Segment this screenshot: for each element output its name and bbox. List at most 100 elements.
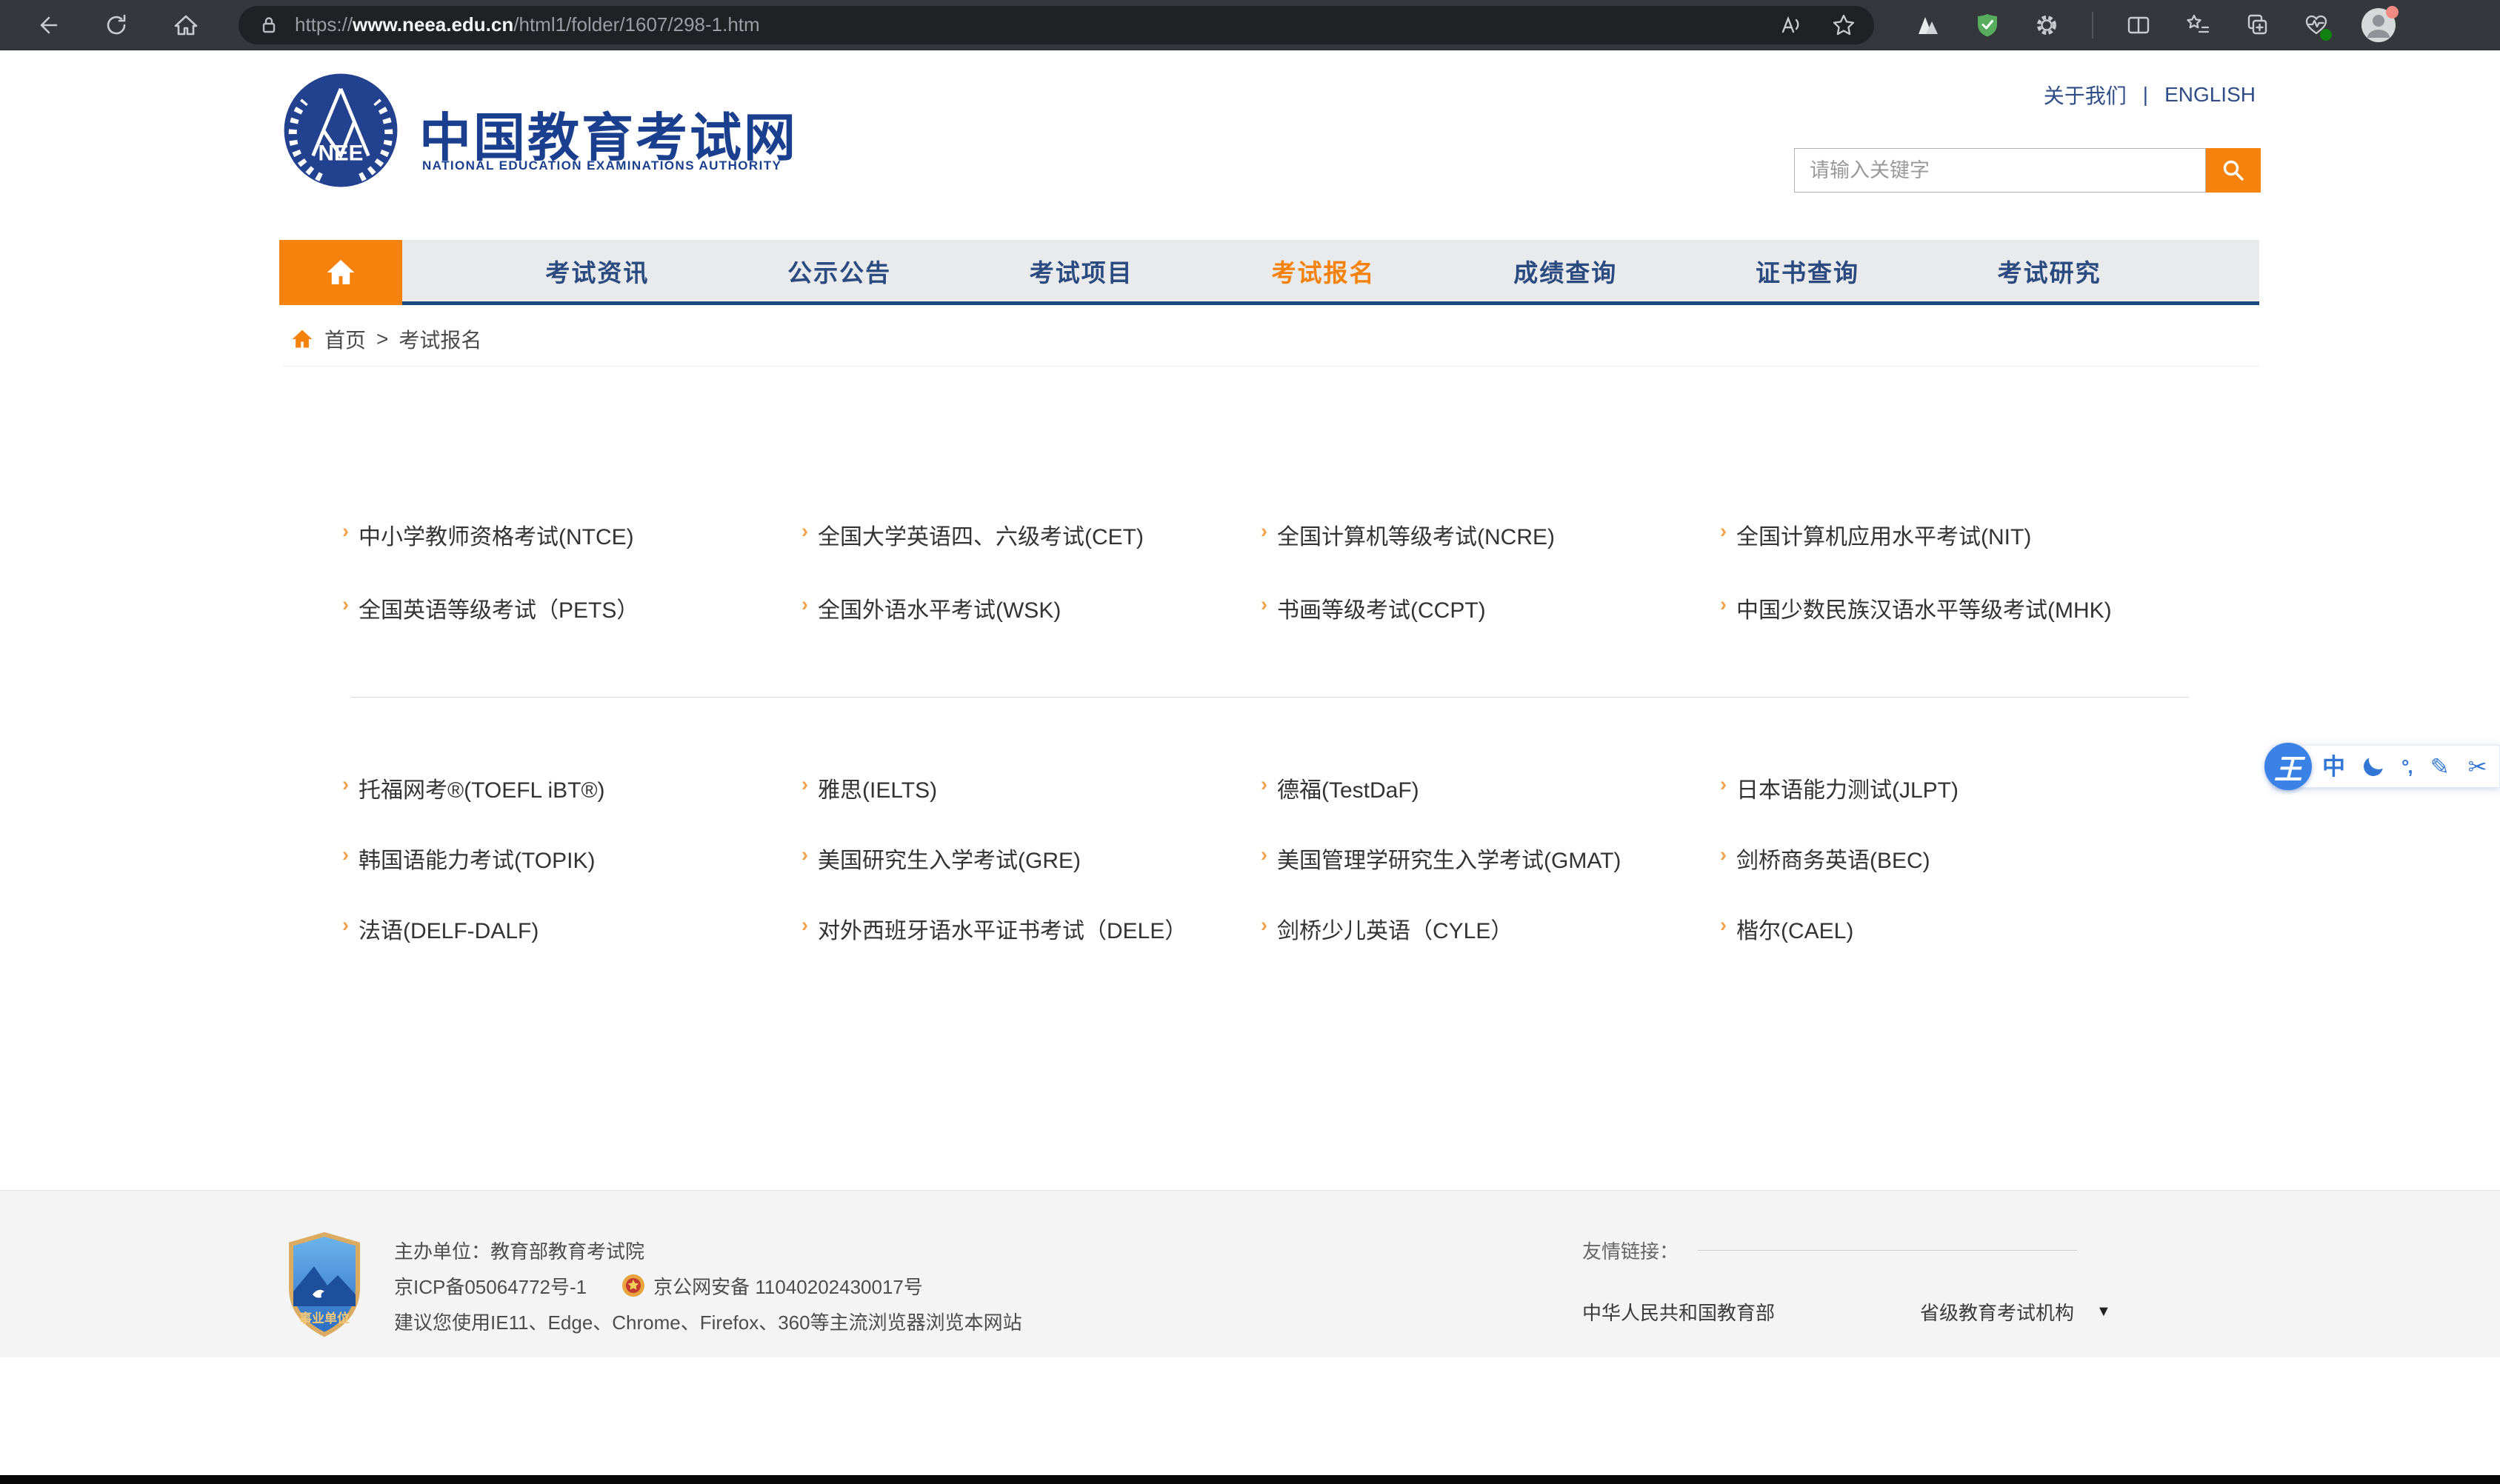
link-arrow-icon: › (1261, 914, 1267, 937)
address-bar[interactable]: https://www.neea.edu.cn/html1/folder/160… (239, 6, 1874, 44)
link-arrow-icon: › (1261, 773, 1267, 796)
nav-item-exam-registration[interactable]: 考试报名 (1202, 240, 1444, 301)
exam-link-testdaf[interactable]: ›德福(TestDaF) (1261, 772, 1720, 842)
site-search (1794, 148, 2261, 193)
nav-item-exam-programs[interactable]: 考试项目 (960, 240, 1202, 301)
exam-link-delf-dalf[interactable]: ›法语(DELF-DALF) (342, 912, 801, 983)
link-provincial-agencies[interactable]: 省级教育考试机构 (1920, 1298, 2074, 1326)
footer-info: 主办单位：教育部教育考试院 京ICP备05064772号-1 京公网安备 110… (394, 1232, 1022, 1339)
exam-link-jlpt[interactable]: ›日本语能力测试(JLPT) (1720, 772, 2179, 842)
tab-copy-icon[interactable] (2243, 11, 2271, 39)
link-arrow-icon: › (342, 843, 349, 866)
search-button[interactable] (2206, 148, 2261, 193)
link-moe[interactable]: 中华人民共和国教育部 (1582, 1298, 1775, 1326)
exam-link-gmat[interactable]: ›美国管理学研究生入学考试(GMAT) (1261, 842, 1720, 912)
breadcrumb-divider (283, 366, 2259, 367)
exam-link-bec[interactable]: ›剑桥商务英语(BEC) (1720, 842, 2179, 912)
home-icon (324, 256, 357, 289)
breadcrumb-home-icon (290, 327, 314, 351)
screenshot-scissors-icon[interactable]: ✂ (2468, 755, 2487, 778)
refresh-icon[interactable] (102, 11, 130, 39)
favorite-star-icon[interactable] (1830, 11, 1858, 39)
taskbar-strip (0, 1475, 2500, 1484)
site-subtitle: NATIONAL EDUCATION EXAMINATIONS AUTHORIT… (422, 158, 781, 173)
exam-link-cyle[interactable]: ›剑桥少儿英语（CYLE） (1261, 912, 1720, 983)
link-arrow-icon: › (801, 843, 808, 866)
exam-link-dele[interactable]: ›对外西班牙语水平证书考试（DELE） (801, 912, 1261, 983)
footer: 事业单位 主办单位：教育部教育考试院 京ICP备05064772号-1 京公网安… (0, 1190, 2500, 1357)
half-full-moon-icon[interactable] (2364, 757, 2383, 776)
read-aloud-icon[interactable] (1776, 11, 1804, 39)
ime-logo[interactable]: 王 (2264, 743, 2312, 790)
exam-link-pets[interactable]: ›全国英语等级考试（PETS） (342, 592, 801, 665)
friend-links-rule (1698, 1250, 2077, 1251)
exam-link-nit[interactable]: ›全国计算机应用水平考试(NIT) (1720, 518, 2179, 592)
nav-items: 考试资讯 公示公告 考试项目 考试报名 成绩查询 证书查询 考试研究 (476, 240, 2170, 301)
footer-friend-links: 友情链接： 中华人民共和国教育部 省级教育考试机构 ▼ (1582, 1237, 2111, 1326)
url-text[interactable]: https://www.neea.edu.cn/html1/folder/160… (295, 13, 760, 36)
provincial-dropdown-caret[interactable]: ▼ (2096, 1303, 2111, 1320)
nav-item-score-query[interactable]: 成绩查询 (1444, 240, 1687, 301)
exam-group-international: ›托福网考®(TOEFL iBT®) ›雅思(IELTS) ›德福(TestDa… (342, 772, 2179, 983)
link-arrow-icon: › (1261, 843, 1267, 866)
browser-essentials-icon[interactable] (2302, 11, 2330, 39)
nav-home-button[interactable] (279, 240, 402, 305)
link-arrow-icon: › (801, 773, 808, 796)
breadcrumb: 首页 > 考试报名 (290, 324, 481, 354)
extension-mountains-icon[interactable] (1914, 11, 1942, 39)
link-arrow-icon: › (1720, 520, 1727, 543)
nav-item-exam-research[interactable]: 考试研究 (1928, 240, 2170, 301)
exam-link-topik[interactable]: ›韩国语能力考试(TOPIK) (342, 842, 801, 912)
exam-link-cet[interactable]: ›全国大学英语四、六级考试(CET) (801, 518, 1261, 592)
footer-browser-advice: 建议您使用IE11、Edge、Chrome、Firefox、360等主流浏览器浏… (394, 1303, 1022, 1339)
footer-icp[interactable]: 京ICP备05064772号-1 (394, 1272, 587, 1300)
footer-police[interactable]: 京公网安备 11040202430017号 (653, 1272, 923, 1300)
back-icon[interactable] (33, 11, 61, 39)
header-links: 关于我们 | ENGLISH (2044, 80, 2256, 110)
adguard-shield-icon[interactable] (1973, 11, 2001, 39)
nav-item-certificate-query[interactable]: 证书查询 (1687, 240, 1929, 301)
home-icon[interactable] (172, 11, 200, 39)
nav-item-announcements[interactable]: 公示公告 (719, 240, 961, 301)
link-arrow-icon: › (342, 914, 349, 937)
main-nav: 考试资讯 公示公告 考试项目 考试报名 成绩查询 证书查询 考试研究 (279, 240, 2259, 305)
collections-icon[interactable] (2184, 11, 2212, 39)
exam-link-ccpt[interactable]: ›书画等级考试(CCPT) (1261, 592, 1720, 665)
exam-link-gre[interactable]: ›美国研究生入学考试(GRE) (801, 842, 1261, 912)
english-link[interactable]: ENGLISH (2164, 83, 2256, 107)
chinese-mode-icon[interactable]: 中 (2322, 755, 2345, 778)
nav-item-exam-news[interactable]: 考试资讯 (476, 240, 719, 301)
search-input[interactable] (1794, 148, 2206, 193)
exam-link-cael[interactable]: ›楷尔(CAEL) (1720, 912, 2179, 983)
exam-link-toefl[interactable]: ›托福网考®(TOEFL iBT®) (342, 772, 801, 842)
punctuation-icon[interactable]: °, (2401, 757, 2412, 776)
link-arrow-icon: › (1720, 914, 1727, 937)
profile-avatar[interactable] (2361, 8, 2396, 42)
exam-link-ncre[interactable]: ›全国计算机等级考试(NCRE) (1261, 518, 1720, 592)
exam-link-ntce[interactable]: ›中小学教师资格考试(NTCE) (342, 518, 801, 592)
exam-link-mhk[interactable]: ›中国少数民族汉语水平等级考试(MHK) (1720, 592, 2179, 665)
gear-extension-icon[interactable] (2033, 11, 2061, 39)
exam-link-wsk[interactable]: ›全国外语水平考试(WSK) (801, 592, 1261, 665)
public-institution-badge[interactable]: 事业单位 (286, 1232, 363, 1337)
breadcrumb-home[interactable]: 首页 (324, 324, 366, 354)
split-screen-icon[interactable] (2124, 11, 2153, 39)
police-badge-icon (621, 1273, 646, 1298)
link-arrow-icon: › (801, 914, 808, 937)
neea-logo[interactable]: NEE (283, 73, 399, 188)
url-scheme: https:// (295, 13, 353, 36)
lock-icon[interactable] (255, 11, 283, 39)
ime-toolbar[interactable]: 王 中 °, ✎ ✂ (2273, 745, 2500, 788)
profile-notification-dot (2386, 6, 2399, 19)
about-us-link[interactable]: 关于我们 (2044, 80, 2127, 110)
browser-toolbar: https://www.neea.edu.cn/html1/folder/160… (0, 0, 2500, 50)
page: https://www.neea.edu.cn/html1/folder/160… (0, 0, 2500, 1484)
essentials-status-dot (2320, 29, 2332, 41)
toolbar-divider (2092, 12, 2093, 39)
handwriting-pencil-icon[interactable]: ✎ (2430, 755, 2450, 778)
exam-link-ielts[interactable]: ›雅思(IELTS) (801, 772, 1261, 842)
header-links-divider: | (2143, 83, 2148, 107)
link-arrow-icon: › (801, 520, 808, 543)
footer-organizer: 主办单位：教育部教育考试院 (394, 1232, 1022, 1268)
link-arrow-icon: › (801, 593, 808, 616)
